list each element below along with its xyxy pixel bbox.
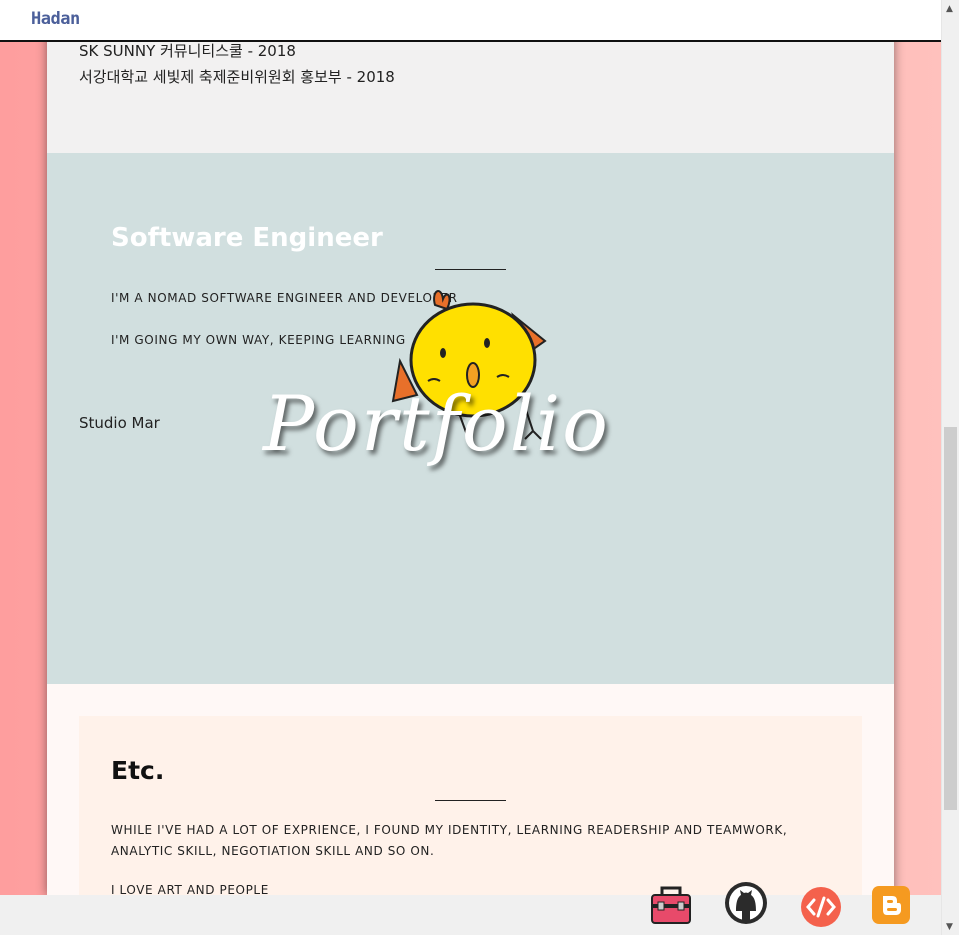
blogger-icon[interactable] <box>872 886 912 930</box>
etc-section: Etc. WHILE I'VE HAD A LOT OF EXPRIENCE, … <box>47 684 894 916</box>
scroll-down-arrow-icon[interactable]: ▼ <box>946 922 953 932</box>
education-item: 서강대학교 세빛제 축제준비위원회 홍보부 - 2018 <box>79 68 395 86</box>
toolbox-icon[interactable] <box>650 886 692 930</box>
top-navbar: Hadan <box>0 0 941 42</box>
code-icon[interactable] <box>800 886 842 932</box>
education-item: SK SUNNY 커뮤니티스쿨 - 2018 <box>79 42 296 60</box>
scroll-up-arrow-icon[interactable]: ▲ <box>946 4 953 14</box>
scroll-thumb[interactable] <box>944 427 957 810</box>
studio-name: Studio Mar <box>79 414 160 432</box>
title-divider <box>435 800 506 801</box>
github-icon[interactable] <box>724 881 768 929</box>
vertical-scrollbar[interactable]: ▲ ▼ <box>941 0 959 935</box>
site-logo[interactable]: Hadan <box>31 9 80 29</box>
portfolio-wordmark: Portfolio <box>263 379 610 468</box>
section-title: Software Engineer <box>111 223 383 253</box>
section-title: Etc. <box>111 756 165 785</box>
portfolio-overlay: Portfolio <box>255 283 695 553</box>
etc-description: WHILE I'VE HAD A LOT OF EXPRIENCE, I FOU… <box>111 823 788 858</box>
title-divider <box>435 269 506 270</box>
